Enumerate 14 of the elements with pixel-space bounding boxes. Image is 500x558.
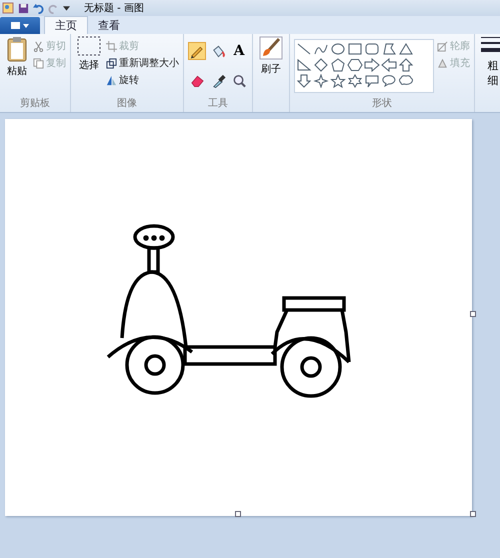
text-tool-button[interactable]: A — [230, 42, 248, 60]
group-label: 图像 — [117, 98, 137, 109]
select-button[interactable]: 选择 — [75, 36, 103, 97]
size-button[interactable]: 粗细 — [479, 36, 500, 97]
group-label: 形状 — [372, 98, 392, 109]
group-label: 工具 — [208, 98, 228, 109]
paste-button[interactable]: 粘贴 — [4, 36, 30, 97]
rotate-button[interactable]: 旋转 — [106, 73, 179, 87]
ribbon-tab[interactable]: 查看 — [88, 16, 130, 34]
brushes-button[interactable]: 刷子 — [257, 36, 285, 97]
resize-button[interactable]: 重新调整大小 — [106, 56, 179, 70]
window-title: 无标题 - 画图 — [84, 2, 144, 15]
ribbon-tab[interactable]: 主页 — [44, 16, 88, 34]
group-label: 剪贴板 — [20, 98, 50, 109]
